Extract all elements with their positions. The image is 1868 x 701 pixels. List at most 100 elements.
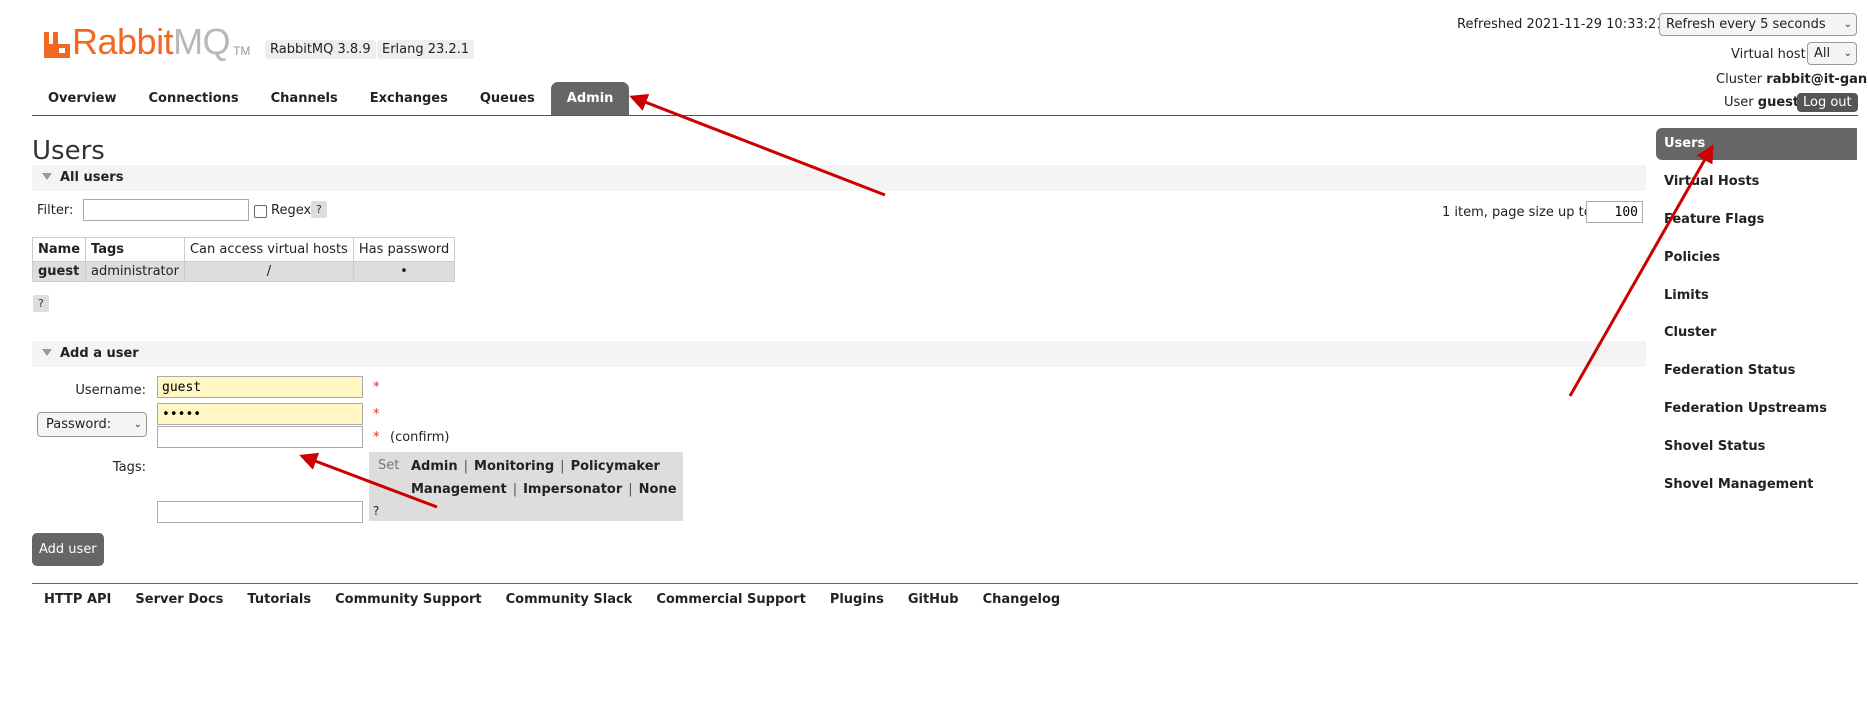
footer-link-github[interactable]: GitHub [908, 592, 959, 607]
logo-text-rabbit: Rabbit [72, 21, 174, 62]
username-input[interactable] [157, 376, 363, 398]
users-table: Name Tags Can access virtual hosts Has p… [31, 237, 456, 282]
regex-help-button[interactable]: ? [311, 201, 327, 218]
sidebar-item-shovel-status[interactable]: Shovel Status [1656, 431, 1857, 463]
user-tags-cell: administrator [85, 261, 185, 282]
cluster-label: Cluster [1716, 72, 1763, 87]
tab-connections[interactable]: Connections [133, 82, 255, 115]
vhost-select-value: All [1814, 46, 1831, 61]
all-users-title: All users [60, 170, 124, 185]
page-size-input[interactable] [1586, 201, 1643, 223]
username-label: Username: [75, 383, 146, 398]
table-header-row: Name Tags Can access virtual hosts Has p… [31, 237, 456, 262]
password-confirm-input[interactable] [157, 426, 363, 448]
confirm-label: (confirm) [390, 430, 450, 445]
vhost-select[interactable]: All ⌄ [1807, 42, 1857, 65]
all-users-section-header[interactable]: All users [32, 165, 1646, 191]
sidebar-item-limits[interactable]: Limits [1656, 280, 1857, 312]
tag-separator: | [463, 459, 469, 474]
refresh-interval-value: Refresh every 5 seconds [1666, 17, 1826, 32]
footer-link-server-docs[interactable]: Server Docs [135, 592, 223, 607]
tags-row-1: Admin | Monitoring | Policymaker [411, 459, 660, 474]
add-user-button[interactable]: Add user [32, 533, 104, 566]
column-header-vhosts: Can access virtual hosts [183, 237, 354, 262]
pagination-label: 1 item, page size up to [1442, 205, 1592, 220]
vhost-label: Virtual host [1731, 47, 1806, 62]
sidebar-item-federation-status[interactable]: Federation Status [1656, 355, 1857, 387]
sidebar-item-federation-upstreams[interactable]: Federation Upstreams [1656, 393, 1857, 425]
sidebar-item-shovel-management[interactable]: Shovel Management [1656, 469, 1857, 501]
page-title: Users [32, 136, 105, 166]
chevron-down-icon: ⌄ [1843, 19, 1852, 30]
tab-channels[interactable]: Channels [255, 82, 354, 115]
tag-option-none[interactable]: None [639, 482, 677, 497]
tag-separator: | [512, 482, 518, 497]
tag-option-impersonator[interactable]: Impersonator [523, 482, 622, 497]
tab-exchanges[interactable]: Exchanges [354, 82, 464, 115]
column-header-tags[interactable]: Tags [85, 237, 185, 262]
regex-checkbox[interactable] [254, 205, 267, 218]
logout-button[interactable]: Log out [1797, 93, 1858, 112]
filter-label: Filter: [37, 203, 74, 218]
tags-row-2: Management | Impersonator | None [411, 482, 677, 497]
chevron-down-icon: ⌄ [1843, 48, 1852, 59]
tag-option-policymaker[interactable]: Policymaker [571, 459, 660, 474]
sidebar-item-policies[interactable]: Policies [1656, 242, 1857, 274]
column-header-name[interactable]: Name [31, 237, 87, 262]
footer-link-tutorials[interactable]: Tutorials [247, 592, 311, 607]
footer-link-community-slack[interactable]: Community Slack [506, 592, 633, 607]
footer-link-commercial-support[interactable]: Commercial Support [656, 592, 806, 607]
password-mode-select[interactable]: Password: ⌄ [37, 412, 147, 437]
sidebar-item-virtual-hosts[interactable]: Virtual Hosts [1656, 166, 1857, 198]
tag-option-management[interactable]: Management [411, 482, 507, 497]
user-name: guest [1757, 95, 1800, 110]
tags-set-label: Set [378, 458, 400, 473]
password-required-mark: * [373, 407, 380, 422]
version-badge: RabbitMQ 3.8.9 [265, 40, 376, 59]
user-name-cell[interactable]: guest [31, 261, 87, 282]
expand-triangle-icon [42, 349, 52, 356]
footer-link-changelog[interactable]: Changelog [983, 592, 1061, 607]
refreshed-timestamp: Refreshed 2021-11-29 10:33:21 [1457, 17, 1665, 32]
add-user-title: Add a user [60, 346, 139, 361]
tab-overview[interactable]: Overview [32, 82, 133, 115]
column-header-has-password: Has password [352, 237, 456, 262]
tags-quick-set-panel: Set Admin | Monitoring | Policymaker Managem… [369, 452, 683, 521]
erlang-badge: Erlang 23.2.1 [377, 40, 475, 59]
table-row[interactable]: guest administrator / • [31, 261, 456, 282]
tag-option-admin[interactable]: Admin [411, 459, 458, 474]
cluster-info: Cluster rabbit@it-gan [1716, 72, 1867, 87]
user-label: User [1724, 95, 1754, 110]
footer-link-community-support[interactable]: Community Support [335, 592, 482, 607]
chevron-down-icon: ⌄ [133, 419, 142, 430]
regex-label: Regex [271, 203, 312, 218]
tab-queues[interactable]: Queues [464, 82, 551, 115]
sidebar-item-feature-flags[interactable]: Feature Flags [1656, 204, 1857, 236]
sidebar-item-cluster[interactable]: Cluster [1656, 317, 1857, 349]
rabbitmq-logo-icon [44, 32, 70, 58]
tab-admin[interactable]: Admin [550, 82, 630, 115]
tags-input[interactable] [157, 501, 363, 523]
sidebar-item-users[interactable]: Users [1656, 128, 1857, 160]
user-info: User guest [1724, 95, 1799, 110]
add-user-section-header[interactable]: Add a user [32, 341, 1646, 367]
logo-trademark: TM [233, 44, 251, 58]
tag-option-monitoring[interactable]: Monitoring [474, 459, 554, 474]
password-mode-value: Password: [46, 417, 112, 432]
username-required-mark: * [373, 380, 380, 395]
filter-input[interactable] [83, 199, 249, 221]
tags-help-button[interactable]: ? [373, 504, 379, 518]
user-has-password-cell: • [352, 261, 456, 282]
tag-separator: | [628, 482, 633, 497]
cluster-name: rabbit@it-gan [1766, 72, 1868, 87]
password-input[interactable] [157, 403, 363, 425]
footer-links: HTTP API Server Docs Tutorials Community… [44, 592, 1084, 607]
footer-divider [32, 583, 1858, 584]
rabbitmq-logo[interactable]: Rabbit MQ TM [42, 20, 250, 60]
main-nav-tabs: Overview Connections Channels Exchanges … [32, 82, 630, 115]
tabs-divider [32, 115, 1858, 116]
refresh-interval-select[interactable]: Refresh every 5 seconds ⌄ [1659, 13, 1857, 36]
footer-link-plugins[interactable]: Plugins [830, 592, 884, 607]
users-table-help-button[interactable]: ? [33, 295, 49, 312]
footer-link-http-api[interactable]: HTTP API [44, 592, 111, 607]
